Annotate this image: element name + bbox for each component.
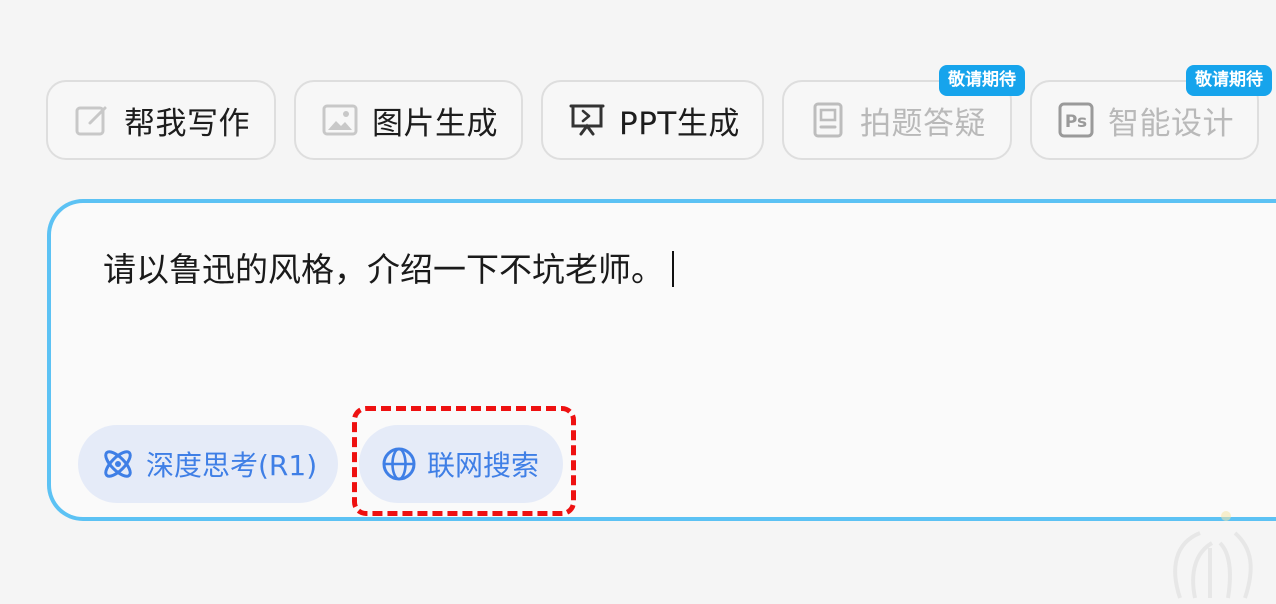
- ppt-generation-label: PPT生成: [619, 105, 740, 142]
- photo-question-label: 拍题答疑: [860, 105, 986, 142]
- ps-icon: Ps: [1058, 102, 1094, 138]
- atom-icon: [100, 446, 136, 482]
- coming-soon-badge: 敬请期待: [939, 65, 1025, 96]
- prompt-input[interactable]: 请以鲁迅的风格，介绍一下不坑老师。: [103, 243, 674, 291]
- presentation-icon: [569, 102, 605, 138]
- write-assist-label: 帮我写作: [124, 105, 250, 142]
- web-search-button[interactable]: 联网搜索: [359, 425, 563, 503]
- smart-design-button[interactable]: Ps 智能设计 敬请期待: [1030, 65, 1272, 160]
- smart-design-label: 智能设计: [1108, 105, 1234, 142]
- deep-think-button[interactable]: 深度思考(R1): [78, 425, 338, 503]
- web-search-label: 联网搜索: [427, 449, 540, 482]
- image-generation-label: 图片生成: [372, 105, 498, 142]
- globe-icon: [381, 446, 417, 482]
- image-icon: [322, 102, 358, 138]
- prompt-input-box[interactable]: 请以鲁迅的风格，介绍一下不坑老师。 深度思考(R1) 联网搜索: [47, 199, 1276, 521]
- deep-think-label: 深度思考(R1): [146, 449, 318, 482]
- watermark-logo: [1173, 511, 1253, 599]
- svg-text:Ps: Ps: [1065, 112, 1087, 132]
- coming-soon-badge: 敬请期待: [1186, 65, 1272, 96]
- ppt-generation-button[interactable]: PPT生成: [541, 80, 764, 160]
- prompt-text: 请以鲁迅的风格，介绍一下不坑老师。: [103, 250, 664, 289]
- photo-question-button[interactable]: 拍题答疑 敬请期待: [782, 65, 1025, 160]
- write-assist-button[interactable]: 帮我写作: [46, 80, 276, 160]
- document-icon: [810, 102, 846, 138]
- image-generation-button[interactable]: 图片生成: [294, 80, 523, 160]
- edit-icon: [74, 102, 110, 138]
- text-cursor: [672, 251, 674, 287]
